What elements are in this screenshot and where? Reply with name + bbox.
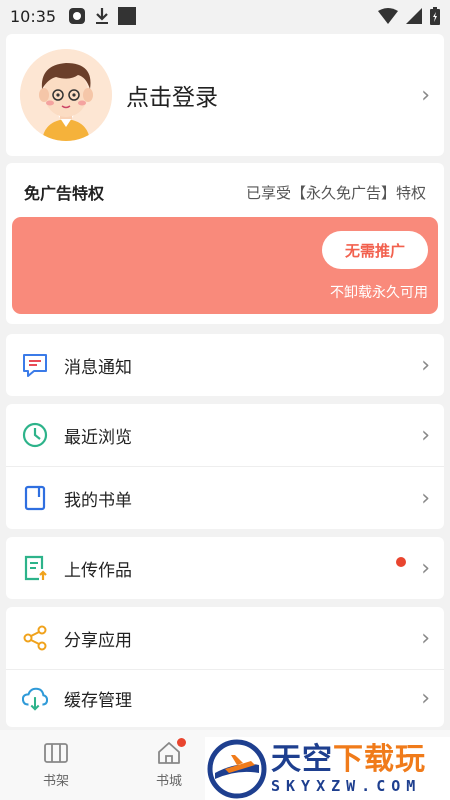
menu-item-recent[interactable]: 最近浏览 › xyxy=(6,404,444,466)
menu-item-upload[interactable]: 上传作品 › xyxy=(6,537,444,599)
menu-item-share[interactable]: 分享应用 › xyxy=(6,607,444,669)
download-icon xyxy=(96,8,109,24)
menu-group-notifications: 消息通知 › xyxy=(6,334,444,396)
avatar[interactable] xyxy=(20,49,112,141)
wifi-icon xyxy=(378,8,398,24)
cloud-download-icon xyxy=(22,686,48,712)
message-icon xyxy=(22,352,48,378)
menu-group-app: 分享应用 › 缓存管理 › xyxy=(6,607,444,727)
battery-icon xyxy=(430,7,440,25)
chevron-right-icon: › xyxy=(421,625,430,651)
notification-dot xyxy=(177,738,186,747)
app-notification-icon xyxy=(69,8,86,24)
menu-item-booklist[interactable]: 我的书单 › xyxy=(6,467,444,529)
upload-document-icon xyxy=(22,555,48,581)
watermark-text-orange: 下载玩 xyxy=(333,741,426,777)
ad-free-privilege-card: 免广告特权 已享受【永久免广告】特权 无需推广 不卸载永久可用 xyxy=(6,163,444,324)
privilege-title: 免广告特权 xyxy=(24,184,105,203)
menu-item-notifications[interactable]: 消息通知 › xyxy=(6,334,444,396)
watermark-domain: SKYXZW.COM xyxy=(271,776,422,795)
login-prompt[interactable]: 点击登录 xyxy=(126,78,218,112)
status-time: 10:35 xyxy=(10,6,57,26)
privilege-subtitle: 不卸载永久可用 xyxy=(330,285,428,301)
bookshelf-icon xyxy=(44,743,68,763)
signal-icon xyxy=(406,8,422,24)
menu-item-cache[interactable]: 缓存管理 › xyxy=(6,670,444,727)
watermark-logo xyxy=(207,739,267,798)
menu-label: 缓存管理 xyxy=(64,691,132,711)
chevron-right-icon: › xyxy=(421,686,430,711)
share-icon xyxy=(22,625,48,651)
menu-label: 上传作品 xyxy=(64,560,132,581)
chevron-right-icon: › xyxy=(421,555,430,581)
menu-label: 分享应用 xyxy=(64,630,132,651)
menu-label: 消息通知 xyxy=(64,357,132,378)
nav-bookshelf[interactable]: 书架 xyxy=(26,740,86,789)
chevron-right-icon: › xyxy=(421,422,430,448)
site-watermark: 天空下载玩 SKYXZW.COM xyxy=(205,737,450,800)
nav-label: 书架 xyxy=(42,774,69,789)
square-notification-icon xyxy=(118,7,137,25)
privilege-banner: 无需推广 不卸载永久可用 xyxy=(12,217,438,314)
menu-group-history: 最近浏览 › 我的书单 › xyxy=(6,404,444,529)
no-promotion-button[interactable]: 无需推广 xyxy=(322,231,428,269)
status-bar: 10:35 xyxy=(0,0,450,32)
notification-dot xyxy=(396,557,406,567)
menu-group-upload: 上传作品 › xyxy=(6,537,444,599)
book-icon xyxy=(22,485,48,511)
menu-label: 我的书单 xyxy=(64,490,132,511)
menu-label: 最近浏览 xyxy=(64,427,132,448)
nav-bookstore[interactable]: 书城 xyxy=(139,738,199,789)
chevron-right-icon: › xyxy=(421,485,430,511)
privilege-status: 已享受【永久免广告】特权 xyxy=(245,183,426,202)
nav-label: 书城 xyxy=(155,774,182,789)
profile-card[interactable]: 点击登录 › xyxy=(6,34,444,156)
watermark-text-blue: 天空 xyxy=(271,741,333,777)
chevron-right-icon: › xyxy=(421,352,430,378)
chevron-right-icon: › xyxy=(421,82,430,108)
clock-icon xyxy=(22,422,48,448)
